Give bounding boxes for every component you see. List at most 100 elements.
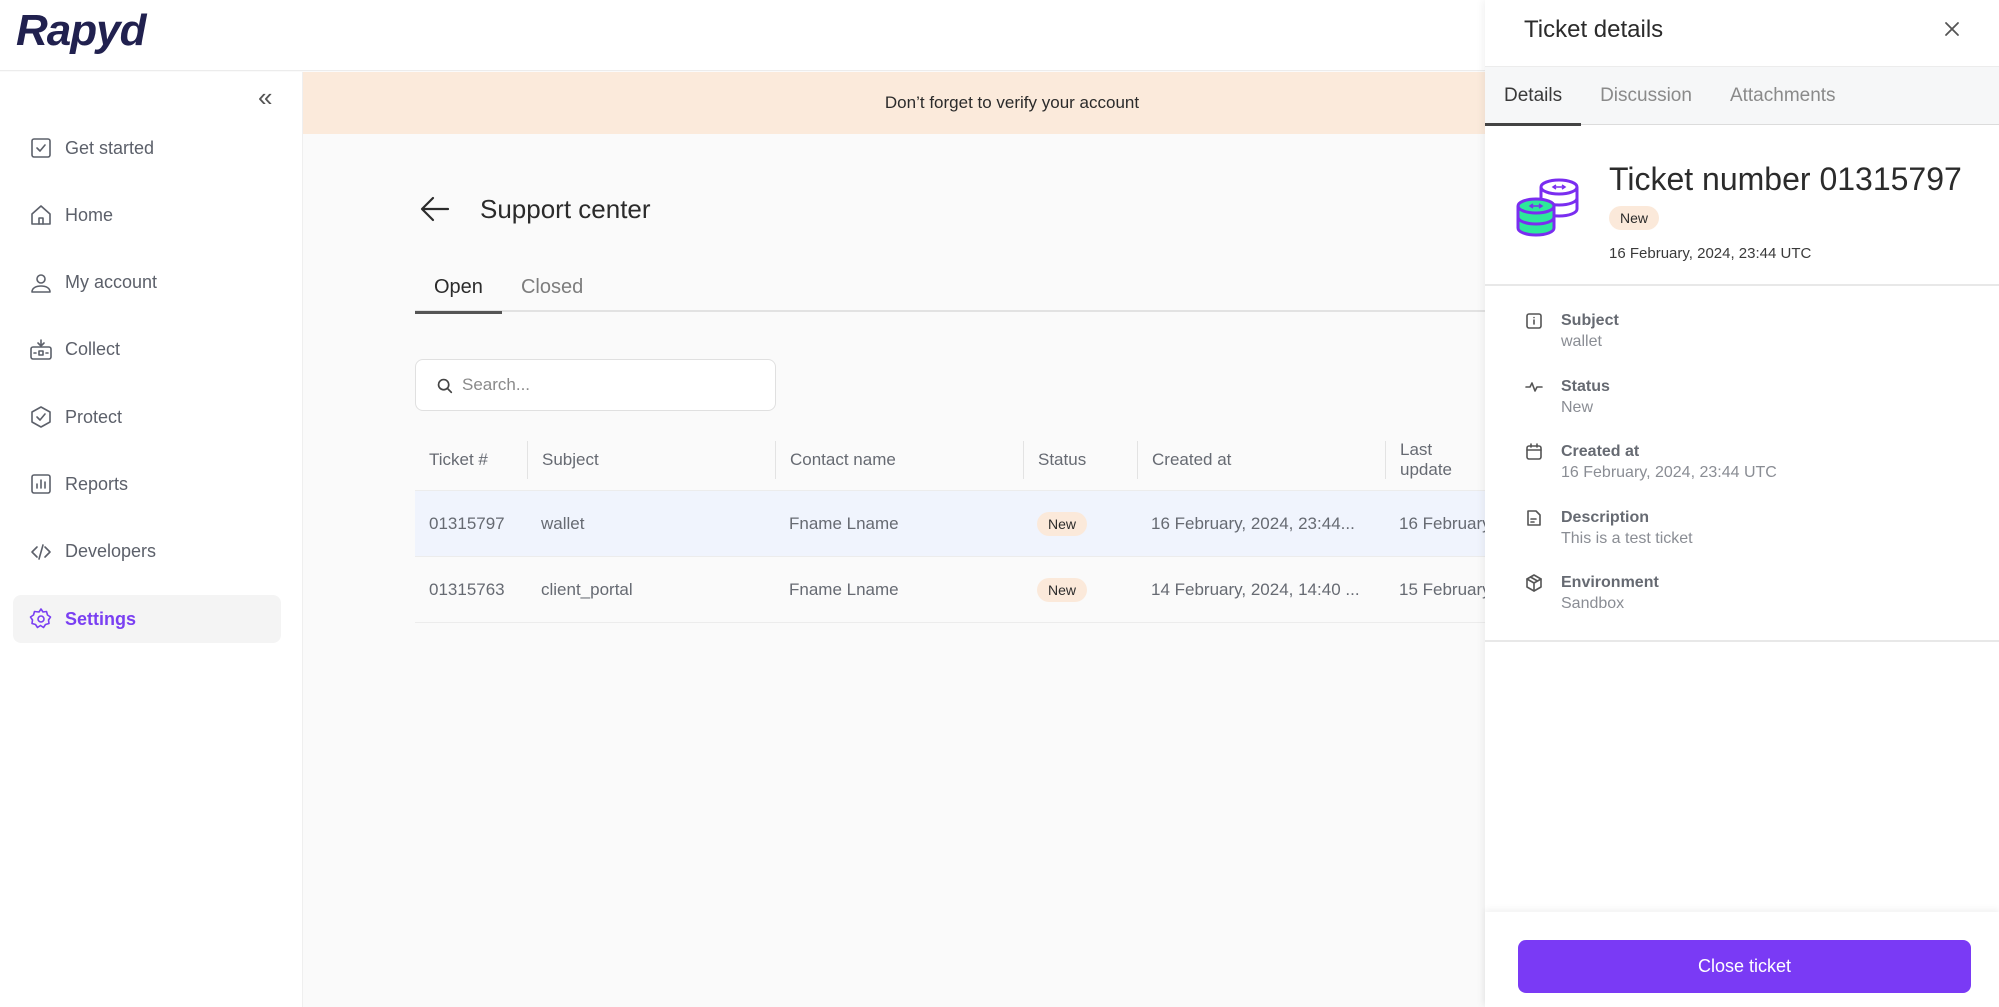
ticket-number: Ticket number 01315797	[1609, 161, 1962, 197]
cell-ticket: 01315797	[429, 513, 505, 533]
user-icon	[29, 271, 53, 295]
shield-check-icon	[29, 405, 53, 429]
sidebar-item-settings[interactable]: Settings	[13, 595, 281, 644]
column-header-subject[interactable]: Subject	[527, 441, 775, 479]
tickets-table: Ticket # Subject Contact name Status Cre…	[415, 430, 1485, 623]
sidebar-item-collect[interactable]: Collect	[13, 326, 281, 374]
cell-subject: wallet	[541, 513, 585, 533]
field-status: Status New	[1525, 376, 1777, 418]
field-description: Description This is a test ticket	[1525, 507, 1777, 549]
code-icon	[29, 540, 53, 564]
collect-icon	[29, 338, 53, 362]
sidebar-item-label: Home	[65, 204, 114, 225]
field-value: New	[1561, 398, 1594, 416]
status-badge: New	[1609, 206, 1660, 230]
table-row[interactable]: 01315763 client_portal Fname Lname New 1…	[415, 557, 1485, 623]
close-panel-button[interactable]	[1940, 17, 1964, 41]
bar-chart-icon	[29, 472, 53, 496]
tab-discussion[interactable]: Discussion	[1581, 67, 1711, 125]
home-icon	[29, 203, 53, 227]
sidebar-item-reports[interactable]: Reports	[13, 460, 281, 508]
checkbox-icon	[29, 136, 53, 160]
field-value: 16 February, 2024, 23:44 UTC	[1561, 464, 1777, 481]
sidebar: « Get started Home My account Collect Pr…	[0, 72, 303, 1007]
field-label: Subject	[1561, 312, 1619, 329]
ticket-details-panel: Ticket details Details Discussion Attach…	[1485, 0, 1999, 1007]
cell-updated: 15 February	[1399, 579, 1485, 599]
field-created-at: Created at 16 February, 2024, 23:44 UTC	[1525, 441, 1777, 483]
ticket-status-badge-wrap: New	[1609, 206, 1660, 230]
close-icon	[1945, 22, 1959, 36]
cell-subject: client_portal	[541, 579, 633, 599]
cell-status: New	[1023, 511, 1137, 536]
panel-divider	[1485, 640, 1999, 642]
cell-created: 14 February, 2024, 14:40 ...	[1151, 579, 1360, 599]
coins-icon	[1516, 178, 1579, 237]
column-header-created[interactable]: Created at	[1137, 441, 1385, 479]
cell-created: 16 February, 2024, 23:44...	[1151, 513, 1355, 533]
sidebar-item-label: Get started	[65, 137, 155, 158]
ticket-fields: Subject wallet Status New Created at 16 Feb…	[1525, 310, 1777, 638]
cell-contact: Fname Lname	[789, 579, 899, 599]
cell-ticket: 01315763	[429, 579, 505, 599]
calendar-icon	[1525, 443, 1545, 463]
field-label: Description	[1561, 508, 1650, 526]
field-environment: Environment Sandbox	[1525, 572, 1777, 614]
panel-footer: Close ticket	[1485, 912, 1999, 1007]
back-button[interactable]	[418, 192, 452, 226]
sidebar-item-label: Protect	[65, 406, 123, 427]
sidebar-nav: Get started Home My account Collect Prot…	[13, 124, 281, 662]
field-label: Created at	[1561, 443, 1640, 460]
info-square-icon	[1525, 312, 1545, 332]
field-subject: Subject wallet	[1525, 310, 1777, 352]
arrow-left-icon	[420, 196, 450, 222]
tab-attachments[interactable]: Attachments	[1711, 67, 1855, 125]
gear-icon	[29, 607, 53, 631]
status-badge: New	[1037, 511, 1088, 536]
sidebar-item-home[interactable]: Home	[13, 191, 281, 239]
sidebar-item-label: Settings	[65, 608, 137, 629]
field-value: wallet	[1561, 333, 1602, 350]
sidebar-item-label: My account	[65, 272, 158, 293]
field-label: Status	[1561, 377, 1610, 395]
sidebar-item-protect[interactable]: Protect	[13, 393, 281, 441]
tab-closed[interactable]: Closed	[502, 262, 602, 312]
sidebar-item-label: Collect	[65, 339, 121, 360]
collapse-sidebar-button[interactable]: «	[258, 84, 272, 110]
ticket-summary: Ticket number 01315797 New 16 February, …	[1485, 125, 1999, 286]
sidebar-item-label: Developers	[65, 541, 157, 562]
table-row[interactable]: 01315797 wallet Fname Lname New 16 Febru…	[415, 491, 1485, 557]
close-ticket-button[interactable]: Close ticket	[1518, 940, 1971, 993]
banner-text: Don’t forget to verify your account	[884, 93, 1140, 112]
panel-tabs: Details Discussion Attachments	[1485, 66, 1999, 126]
field-value: This is a test ticket	[1561, 529, 1693, 547]
panel-title: Ticket details	[1524, 16, 1664, 43]
ticket-date: 16 February, 2024, 23:44 UTC	[1609, 245, 1812, 262]
verify-account-banner: Don’t forget to verify your account	[303, 72, 1485, 134]
page-header: Support center	[418, 192, 651, 226]
status-badge: New	[1037, 577, 1088, 602]
sidebar-item-developers[interactable]: Developers	[13, 528, 281, 576]
sidebar-item-label: Reports	[65, 473, 129, 494]
document-icon	[1525, 509, 1545, 529]
column-header-contact[interactable]: Contact name	[775, 441, 1023, 479]
rapyd-logo[interactable]: Rapyd	[16, 6, 146, 56]
tab-open[interactable]: Open	[415, 262, 502, 314]
column-header-updated[interactable]: Last update	[1385, 440, 1485, 479]
sidebar-item-my-account[interactable]: My account	[13, 259, 281, 307]
page-title: Support center	[480, 193, 651, 224]
column-header-status[interactable]: Status	[1023, 441, 1137, 479]
cube-icon	[1525, 574, 1545, 594]
tab-details[interactable]: Details	[1485, 67, 1582, 126]
table-header: Ticket # Subject Contact name Status Cre…	[415, 430, 1485, 491]
cell-contact: Fname Lname	[789, 513, 899, 533]
search-input[interactable]	[462, 375, 762, 395]
column-header-ticket[interactable]: Ticket #	[415, 441, 527, 479]
ticket-tabs: Open Closed	[415, 262, 1485, 314]
activity-icon	[1525, 378, 1545, 398]
cell-status: New	[1023, 577, 1137, 602]
search-box	[415, 359, 776, 411]
top-bar: Rapyd	[0, 0, 1485, 71]
sidebar-item-get-started[interactable]: Get started	[13, 124, 281, 172]
cell-updated: 16 February	[1399, 513, 1485, 533]
